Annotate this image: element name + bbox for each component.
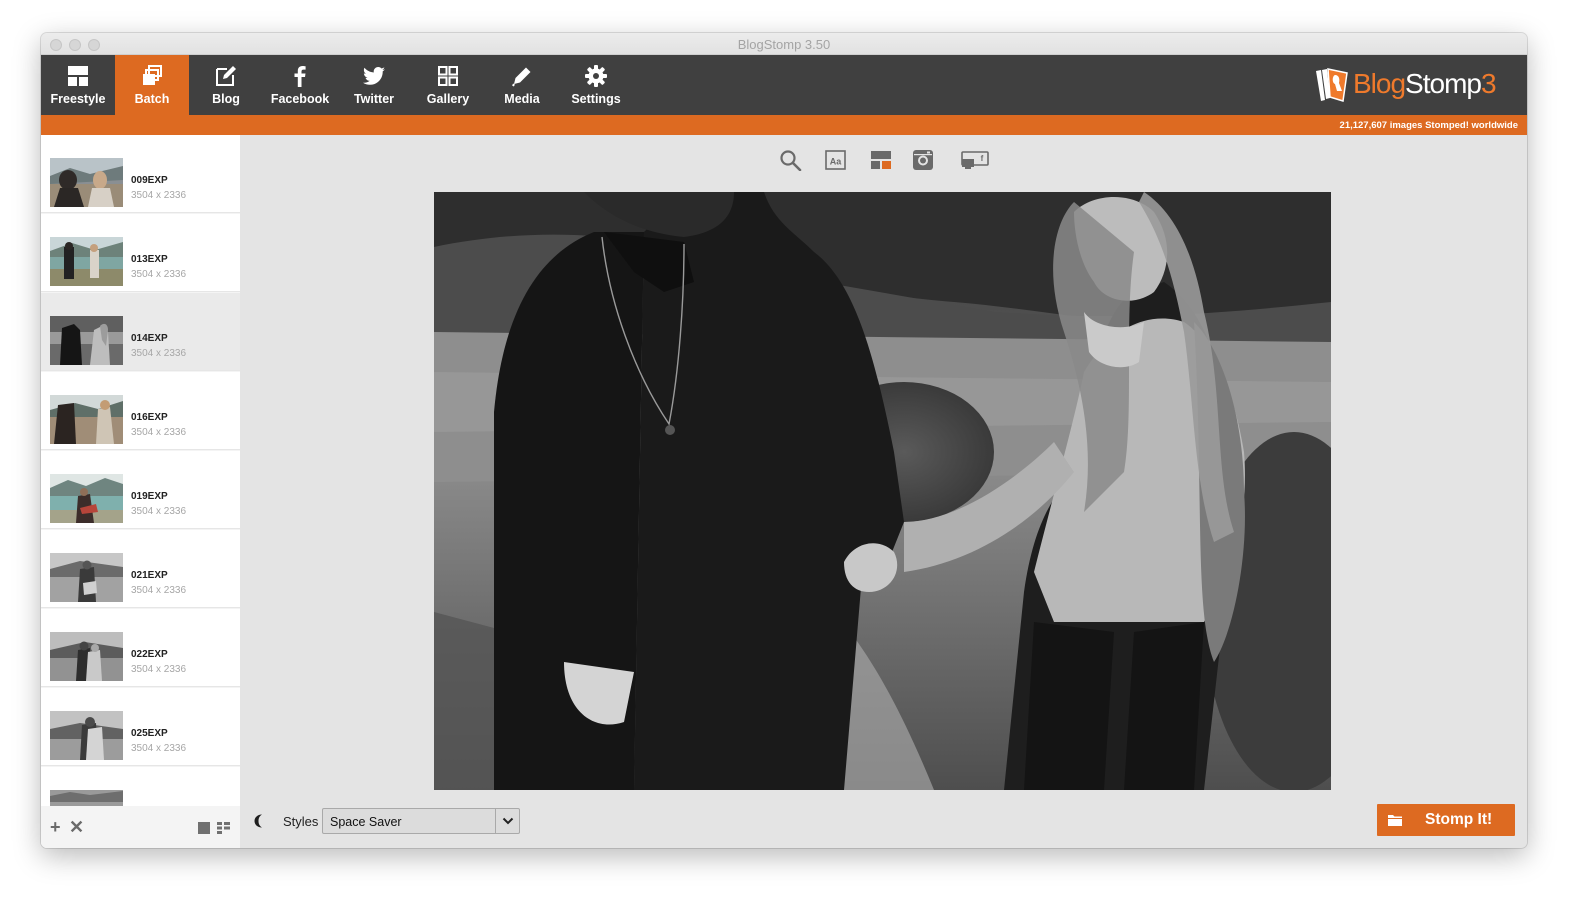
image-list-item[interactable]: 025EXP 3504 x 2336 bbox=[41, 688, 240, 766]
tab-label: Blog bbox=[212, 92, 240, 106]
tab-label: Facebook bbox=[270, 92, 330, 106]
folder-icon bbox=[1388, 815, 1402, 826]
image-thumbnail bbox=[50, 237, 123, 286]
brand-part-blog: Blog bbox=[1353, 68, 1406, 99]
batch-stack-icon bbox=[143, 65, 162, 85]
image-thumbnail bbox=[50, 395, 123, 444]
image-dimensions: 3504 x 2336 bbox=[131, 664, 187, 675]
image-list-item[interactable]: 016EXP 3504 x 2336 bbox=[41, 372, 240, 450]
tab-facebook[interactable]: Facebook bbox=[263, 55, 337, 115]
svg-text:Aa: Aa bbox=[830, 157, 842, 167]
styles-dropdown-value: Space Saver bbox=[330, 815, 402, 829]
facebook-icon bbox=[294, 66, 306, 87]
add-image-button[interactable]: + bbox=[50, 818, 61, 836]
tab-label: Media bbox=[504, 92, 540, 106]
instagram-icon[interactable] bbox=[911, 149, 935, 171]
chevron-down-icon bbox=[502, 817, 514, 825]
image-name: 022EXP bbox=[131, 649, 168, 660]
single-view-icon[interactable] bbox=[198, 822, 210, 834]
image-dimensions: 3504 x 2336 bbox=[131, 743, 187, 754]
image-thumbnail bbox=[50, 553, 123, 602]
brand-part-stomp: Stomp bbox=[1405, 68, 1482, 99]
settings-gear-icon bbox=[585, 65, 607, 87]
tab-label: Gallery bbox=[426, 92, 470, 106]
blogstomp-logo: BlogStomp3 bbox=[1313, 67, 1509, 105]
image-list-item[interactable]: 009EXP 3504 x 2336 bbox=[41, 135, 240, 213]
twitter-bird-icon bbox=[363, 67, 385, 85]
stomped-count: 21,127,607 images Stomped! worldwide bbox=[1339, 120, 1518, 131]
sidebar-footer: + ✕ bbox=[41, 806, 240, 848]
remove-image-button[interactable]: ✕ bbox=[69, 818, 84, 836]
svg-text:f: f bbox=[981, 154, 984, 163]
brand-part-version: 3 bbox=[1480, 68, 1497, 99]
tab-batch[interactable]: Batch bbox=[115, 55, 189, 115]
image-name: 019EXP bbox=[131, 491, 168, 502]
main-toolbar: Freestyle Batch Blog Facebook Twitter Ga… bbox=[41, 55, 1527, 115]
tab-label: Settings bbox=[571, 92, 621, 106]
image-list-item-selected[interactable]: 014EXP 3504 x 2336 bbox=[41, 293, 240, 371]
moon-icon[interactable] bbox=[252, 813, 268, 829]
image-name: 014EXP bbox=[131, 333, 168, 344]
dropdown-arrow[interactable] bbox=[495, 809, 519, 833]
image-thumbnail bbox=[50, 316, 123, 365]
facebook-cover-icon[interactable]: f bbox=[960, 149, 990, 171]
list-view-icon[interactable] bbox=[217, 822, 230, 834]
bottom-bar: Styles Space Saver Stomp It! bbox=[240, 803, 1527, 848]
tab-blog[interactable]: Blog bbox=[189, 55, 263, 115]
image-dimensions: 3504 x 2336 bbox=[131, 427, 187, 438]
freestyle-layout-icon bbox=[68, 66, 88, 86]
tab-settings[interactable]: Settings bbox=[559, 55, 633, 115]
zoom-icon[interactable] bbox=[779, 149, 803, 171]
text-overlay-icon[interactable]: Aa bbox=[824, 149, 848, 171]
tab-gallery[interactable]: Gallery bbox=[411, 55, 485, 115]
tab-label: Twitter bbox=[353, 92, 395, 106]
tab-media[interactable]: Media bbox=[485, 55, 559, 115]
blog-edit-icon bbox=[216, 66, 236, 86]
image-dimensions: 3504 x 2336 bbox=[131, 585, 187, 596]
image-thumbnail bbox=[50, 474, 123, 523]
image-dimensions: 3504 x 2336 bbox=[131, 348, 187, 359]
styles-label: Styles bbox=[283, 814, 319, 829]
tab-label: Freestyle bbox=[50, 92, 106, 106]
image-dimensions: 3504 x 2336 bbox=[131, 190, 187, 201]
window-title: BlogStomp 3.50 bbox=[737, 37, 831, 52]
image-thumbnail bbox=[50, 158, 123, 207]
styles-dropdown[interactable]: Space Saver bbox=[322, 808, 520, 834]
image-name: 009EXP bbox=[131, 175, 168, 186]
blogstomp-logo-icon bbox=[1316, 68, 1348, 102]
image-list-item[interactable]: 021EXP 3504 x 2336 bbox=[41, 530, 240, 608]
image-name: 021EXP bbox=[131, 570, 168, 581]
stomp-it-label: Stomp It! bbox=[1425, 811, 1493, 828]
image-dimensions: 3504 x 2336 bbox=[131, 506, 187, 517]
preview-photo bbox=[434, 192, 1331, 790]
image-list-item[interactable]: 019EXP 3504 x 2336 bbox=[41, 451, 240, 529]
image-thumbnail bbox=[50, 632, 123, 681]
image-dimensions: 3504 x 2336 bbox=[131, 269, 187, 280]
tab-freestyle[interactable]: Freestyle bbox=[41, 55, 115, 115]
stomp-it-button[interactable]: Stomp It! bbox=[1377, 804, 1515, 836]
tab-label: Batch bbox=[134, 92, 170, 106]
layout-icon[interactable] bbox=[869, 149, 893, 171]
brand-wordmark: BlogStomp3 bbox=[1353, 68, 1497, 100]
tab-twitter[interactable]: Twitter bbox=[337, 55, 411, 115]
preview-area: Aa f Styles Space Saver Stomp It! bbox=[240, 135, 1527, 848]
gallery-grid-icon bbox=[438, 66, 458, 86]
image-name: 025EXP bbox=[131, 728, 168, 739]
app-window: BlogStomp 3.50 Freestyle Batch Blog Face… bbox=[41, 33, 1527, 848]
image-thumbnail bbox=[50, 711, 123, 760]
image-list-item[interactable]: 013EXP 3504 x 2336 bbox=[41, 214, 240, 292]
image-list-item[interactable]: 022EXP 3504 x 2336 bbox=[41, 609, 240, 687]
media-pencil-icon bbox=[512, 67, 531, 87]
image-name: 013EXP bbox=[131, 254, 168, 265]
stats-bar: 21,127,607 images Stomped! worldwide bbox=[41, 115, 1527, 135]
couple-photo-image bbox=[434, 192, 1331, 790]
title-bar: BlogStomp 3.50 bbox=[41, 33, 1527, 55]
image-name: 016EXP bbox=[131, 412, 168, 423]
image-list: 009EXP 3504 x 2336 013EXP 3504 x 2336 01… bbox=[41, 135, 240, 848]
